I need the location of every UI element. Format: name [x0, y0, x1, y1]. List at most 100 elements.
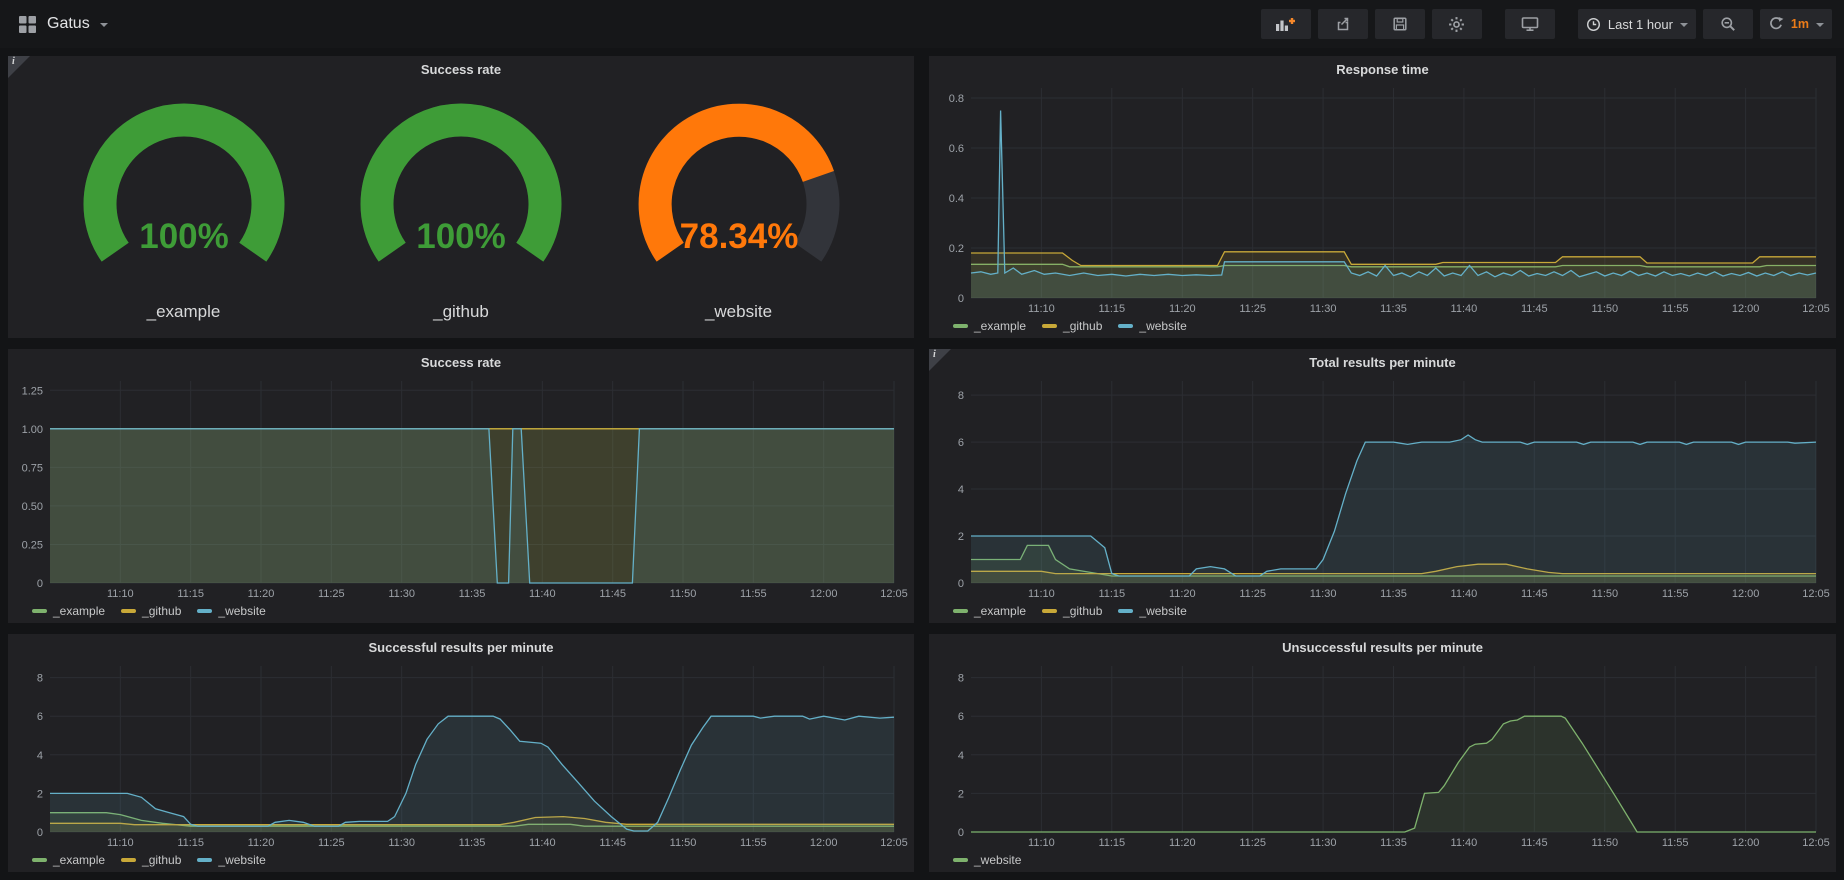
legend-item[interactable]: _example	[32, 604, 105, 618]
panel-title[interactable]: Success rate	[14, 60, 908, 80]
svg-text:100%: 100%	[139, 217, 229, 256]
gauge-website: 78.34% _website	[603, 98, 875, 322]
legend-item[interactable]: _website	[1118, 604, 1186, 618]
legend-item[interactable]: _github	[1042, 604, 1102, 618]
time-range-picker[interactable]: Last 1 hour	[1578, 9, 1696, 39]
svg-text:2: 2	[958, 531, 964, 543]
unsuccessful-results-chart[interactable]: 0246811:1011:1511:2011:2511:3011:3511:40…	[935, 658, 1830, 850]
svg-text:11:50: 11:50	[670, 588, 697, 600]
save-icon	[1392, 16, 1408, 32]
panel-title[interactable]: Unsuccessful results per minute	[935, 638, 1830, 658]
chart-legend: _example _github _website	[14, 601, 908, 621]
svg-text:12:05: 12:05	[1802, 303, 1830, 315]
chart-legend: _example _github _website	[14, 850, 908, 870]
svg-text:11:20: 11:20	[1169, 837, 1196, 849]
legend-item[interactable]: _website	[953, 853, 1021, 867]
svg-text:11:15: 11:15	[1098, 837, 1125, 849]
legend-item[interactable]: _website	[197, 604, 265, 618]
successful-results-chart[interactable]: 0246811:1011:1511:2011:2511:3011:3511:40…	[14, 658, 908, 850]
legend-series-name: _github	[142, 853, 181, 867]
legend-series-name: _website	[1139, 604, 1186, 618]
svg-text:11:45: 11:45	[1521, 837, 1548, 849]
svg-text:12:05: 12:05	[1802, 837, 1830, 849]
svg-text:0.6: 0.6	[949, 143, 964, 155]
svg-text:6: 6	[37, 711, 43, 723]
svg-text:11:30: 11:30	[388, 588, 415, 600]
dashboards-grid-icon[interactable]	[18, 15, 37, 34]
legend-item[interactable]: _example	[953, 319, 1026, 333]
svg-text:100%: 100%	[416, 217, 506, 256]
panel-title[interactable]: Successful results per minute	[14, 638, 908, 658]
legend-series-swatch	[32, 609, 47, 613]
svg-text:11:55: 11:55	[1662, 303, 1689, 315]
gauge-label: _website	[705, 302, 772, 322]
svg-text:11:15: 11:15	[1098, 303, 1125, 315]
svg-text:4: 4	[958, 750, 964, 762]
share-button[interactable]	[1318, 9, 1368, 39]
svg-text:2: 2	[37, 788, 43, 800]
legend-series-swatch	[32, 858, 47, 862]
legend-series-swatch	[953, 609, 968, 613]
svg-text:11:25: 11:25	[1239, 303, 1266, 315]
svg-text:11:30: 11:30	[388, 837, 415, 849]
dashboard-title[interactable]: Gatus	[47, 15, 90, 33]
panel-title[interactable]: Total results per minute	[935, 353, 1830, 373]
svg-text:11:55: 11:55	[740, 837, 767, 849]
chevron-down-icon	[1816, 23, 1824, 27]
svg-text:11:20: 11:20	[248, 588, 275, 600]
svg-text:0.75: 0.75	[22, 462, 43, 474]
total-results-chart[interactable]: 0246811:1011:1511:2011:2511:3011:3511:40…	[935, 373, 1830, 601]
svg-text:12:00: 12:00	[810, 588, 838, 600]
svg-text:11:25: 11:25	[318, 837, 345, 849]
legend-item[interactable]: _example	[953, 604, 1026, 618]
legend-series-swatch	[953, 324, 968, 328]
panel-success-rate-series: Success rate 00.250.500.751.001.2511:101…	[8, 349, 914, 623]
legend-item[interactable]: _github	[121, 604, 181, 618]
save-button[interactable]	[1375, 9, 1425, 39]
panel-title[interactable]: Success rate	[14, 353, 908, 373]
navbar: Gatus Last 1 hour 1m	[0, 0, 1844, 48]
share-icon	[1335, 16, 1351, 32]
svg-text:11:35: 11:35	[459, 837, 486, 849]
add-panel-button[interactable]	[1261, 9, 1311, 39]
info-icon[interactable]: i	[929, 349, 951, 371]
zoom-out-button[interactable]	[1703, 9, 1753, 39]
svg-text:11:15: 11:15	[177, 837, 204, 849]
chart-legend: _website	[935, 850, 1830, 870]
svg-text:8: 8	[958, 390, 964, 402]
svg-text:12:05: 12:05	[880, 837, 908, 849]
svg-text:0.2: 0.2	[949, 243, 964, 255]
refresh-button[interactable]: 1m	[1760, 9, 1832, 39]
add-panel-icon	[1275, 16, 1296, 32]
success-rate-chart[interactable]: 00.250.500.751.001.2511:1011:1511:2011:2…	[14, 373, 908, 601]
legend-series-name: _website	[974, 853, 1021, 867]
legend-series-name: _github	[1063, 319, 1102, 333]
panel-response-time: Response time 00.20.40.60.811:1011:1511:…	[929, 56, 1836, 338]
chevron-down-icon[interactable]	[100, 23, 108, 27]
svg-text:11:40: 11:40	[1451, 588, 1478, 600]
legend-item[interactable]: _website	[197, 853, 265, 867]
response-time-chart[interactable]: 00.20.40.60.811:1011:1511:2011:2511:3011…	[935, 80, 1830, 316]
clock-icon	[1586, 17, 1601, 32]
legend-item[interactable]: _github	[121, 853, 181, 867]
svg-text:11:35: 11:35	[1380, 303, 1407, 315]
svg-text:0: 0	[37, 827, 43, 839]
svg-text:11:20: 11:20	[248, 837, 275, 849]
svg-text:11:40: 11:40	[529, 588, 556, 600]
panel-title[interactable]: Response time	[935, 60, 1830, 80]
cycle-view-mode-button[interactable]	[1505, 9, 1555, 39]
settings-button[interactable]	[1432, 9, 1482, 39]
svg-text:11:50: 11:50	[1591, 588, 1618, 600]
info-icon[interactable]: i	[8, 56, 30, 78]
svg-text:11:35: 11:35	[1380, 837, 1407, 849]
legend-series-swatch	[121, 858, 136, 862]
legend-item[interactable]: _github	[1042, 319, 1102, 333]
svg-text:11:45: 11:45	[599, 837, 626, 849]
panel-successful-results: Successful results per minute 0246811:10…	[8, 634, 914, 872]
chart-legend: _example _github _website	[935, 601, 1830, 621]
svg-text:0.50: 0.50	[22, 501, 43, 513]
svg-text:0: 0	[958, 578, 964, 590]
legend-item[interactable]: _example	[32, 853, 105, 867]
legend-item[interactable]: _website	[1118, 319, 1186, 333]
navbar-actions: Last 1 hour 1m	[1254, 9, 1832, 39]
